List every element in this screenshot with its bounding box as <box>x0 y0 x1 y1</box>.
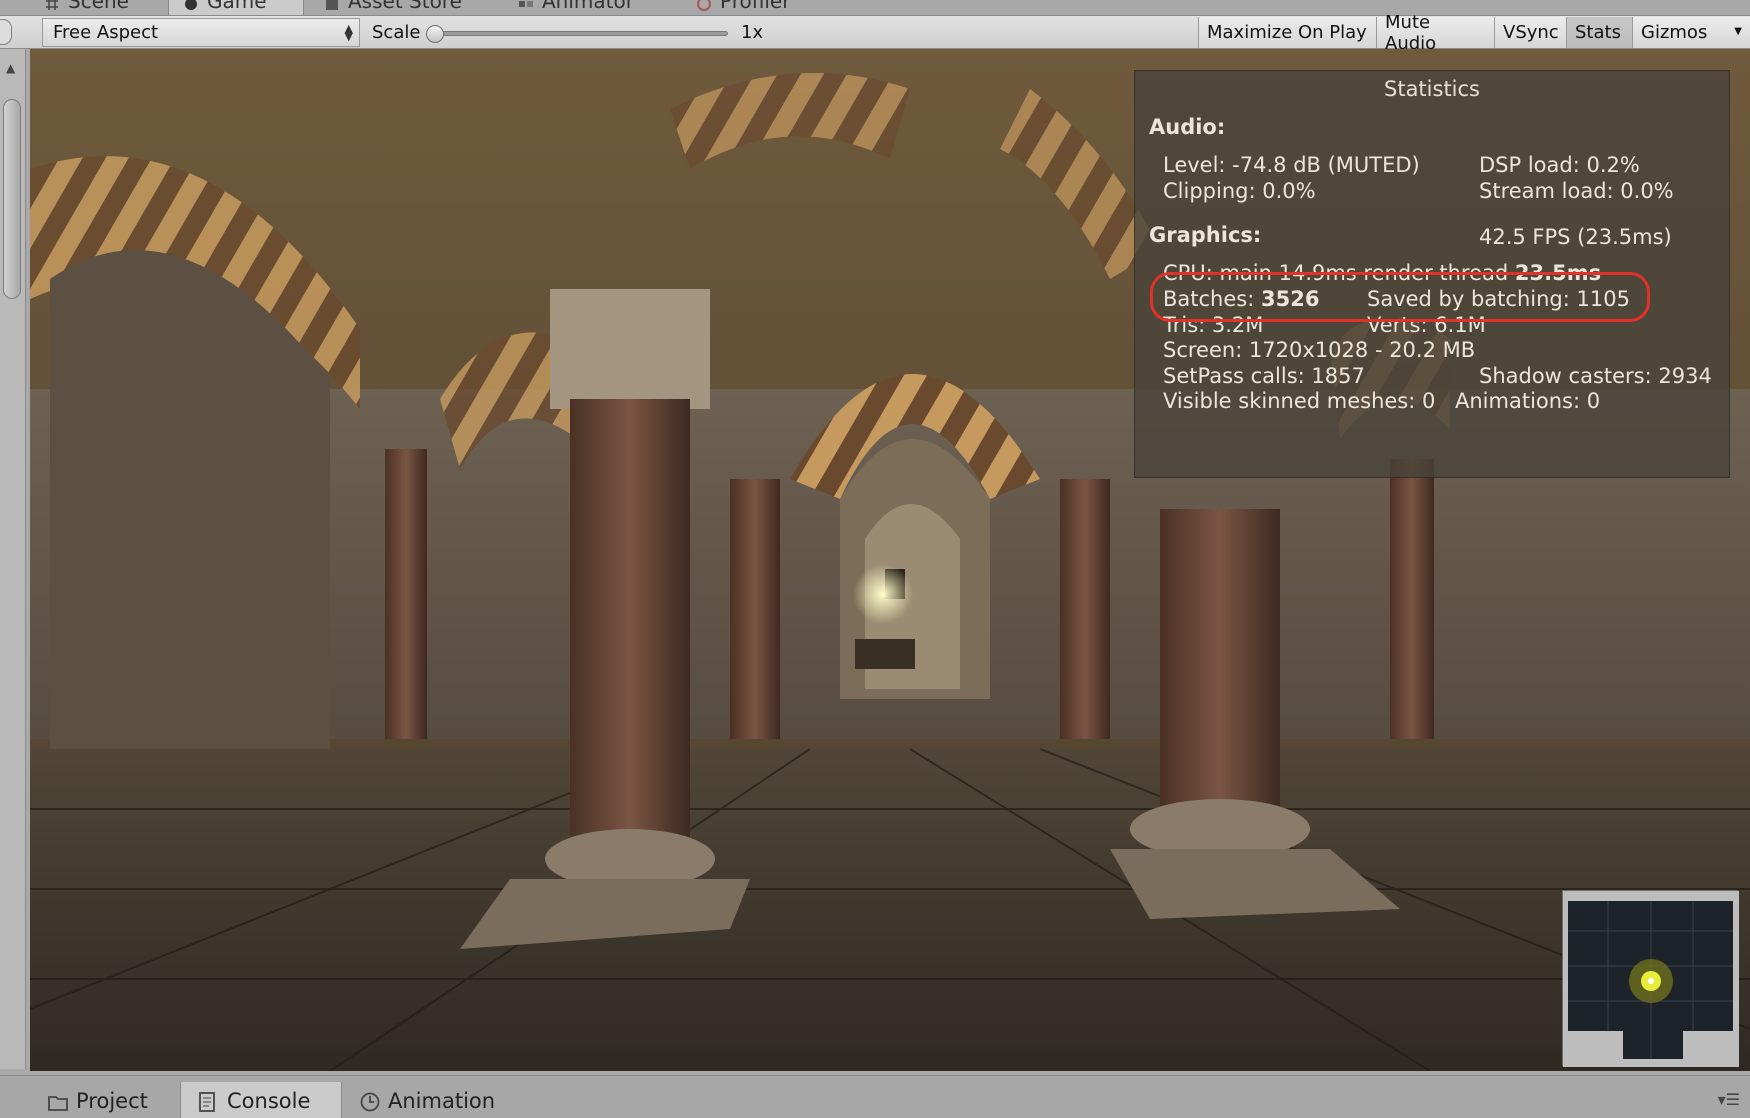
game-toolbar: Free Aspect ▲ ▼ Scale 1x Maximize On Play… <box>0 12 1750 54</box>
game-viewport[interactable]: Statistics Audio: Level: -74.8 dB (MUTED… <box>30 49 1750 1071</box>
mute-audio-button[interactable]: Mute Audio <box>1376 12 1494 54</box>
left-scrollbar[interactable]: ▲ <box>0 49 26 1069</box>
tab-animation[interactable]: Animation <box>342 1082 513 1118</box>
tab-animator-label: Animator <box>542 0 634 13</box>
animations-count: Animations: 0 <box>1455 389 1601 413</box>
top-tab-strip: Scene Game Asset Store Animator Profiler <box>0 0 1750 16</box>
scale-slider-track[interactable] <box>432 31 728 36</box>
maximize-on-play-label: Maximize On Play <box>1207 22 1367 43</box>
asset-store-icon <box>324 0 340 10</box>
tab-asset-store-label: Asset Store <box>348 0 462 13</box>
game-icon <box>183 0 199 10</box>
tab-console[interactable]: Console <box>180 1082 342 1118</box>
console-icon <box>199 1091 217 1112</box>
batches-highlight-annotation <box>1150 272 1650 322</box>
scale-label: Scale <box>372 22 421 43</box>
maximize-on-play-button[interactable]: Maximize On Play <box>1198 17 1376 48</box>
fps-readout: 42.5 FPS (23.5ms) <box>1479 225 1672 249</box>
tab-scene[interactable]: Scene <box>30 0 143 15</box>
statistics-title: Statistics <box>1384 77 1480 101</box>
tab-profiler-label: Profiler <box>720 0 791 13</box>
scrollbar-thumb[interactable] <box>3 99 21 299</box>
dsp-load: DSP load: 0.2% <box>1479 153 1640 177</box>
screen-info: Screen: 1720x1028 - 20.2 MB <box>1163 338 1476 362</box>
minimap <box>1562 890 1739 1067</box>
tab-animation-label: Animation <box>388 1088 496 1113</box>
minimap-image <box>1563 891 1739 1067</box>
audio-header: Audio: <box>1149 115 1226 139</box>
gizmos-button[interactable]: Gizmos ▼ <box>1632 17 1750 48</box>
gizmos-label: Gizmos <box>1641 22 1708 43</box>
tab-project[interactable]: Project <box>30 1082 166 1118</box>
tab-console-label: Console <box>227 1088 311 1113</box>
scale-slider-thumb[interactable] <box>426 25 444 43</box>
gizmos-dropdown-icon[interactable]: ▼ <box>1734 26 1742 37</box>
tab-animator[interactable]: Animator <box>504 0 648 15</box>
graphics-header: Graphics: <box>1149 223 1262 247</box>
clock-icon <box>360 1092 380 1111</box>
profiler-icon <box>696 0 712 11</box>
scene-icon <box>44 0 60 10</box>
vsync-button[interactable]: VSync <box>1494 17 1566 48</box>
audio-clipping: Clipping: 0.0% <box>1163 179 1316 203</box>
scroll-up-icon[interactable]: ▲ <box>6 61 15 75</box>
tab-scene-label: Scene <box>68 0 129 13</box>
scale-value: 1x <box>741 22 764 43</box>
dropdown-arrows-icon: ▲ ▼ <box>344 22 353 43</box>
animator-icon <box>518 0 534 9</box>
aspect-dropdown[interactable]: Free Aspect ▲ ▼ <box>42 18 360 47</box>
setpass-calls: SetPass calls: 1857 <box>1163 364 1365 388</box>
tab-asset-store[interactable]: Asset Store <box>310 0 476 15</box>
tab-game-label: Game <box>207 0 267 13</box>
skinned-meshes: Visible skinned meshes: 0 <box>1163 389 1436 413</box>
tab-project-label: Project <box>76 1088 148 1113</box>
panel-menu-icon[interactable]: ▾☰ <box>1718 1090 1740 1109</box>
toolbar-edge-button[interactable] <box>0 19 12 45</box>
bottom-tab-bar: Project Console Animation ▾☰ <box>0 1075 1750 1118</box>
tab-game[interactable]: Game <box>168 0 304 15</box>
folder-icon <box>48 1092 68 1111</box>
tab-profiler[interactable]: Profiler <box>682 0 804 15</box>
stats-button[interactable]: Stats <box>1566 17 1632 48</box>
aspect-label: Free Aspect <box>53 22 159 43</box>
mute-audio-label: Mute Audio <box>1385 11 1437 54</box>
vsync-label: VSync <box>1503 22 1559 43</box>
audio-level: Level: -74.8 dB (MUTED) <box>1163 153 1420 177</box>
stats-label: Stats <box>1575 22 1621 43</box>
shadow-casters: Shadow casters: 2934 <box>1479 364 1712 388</box>
stream-load: Stream load: 0.0% <box>1479 179 1674 203</box>
